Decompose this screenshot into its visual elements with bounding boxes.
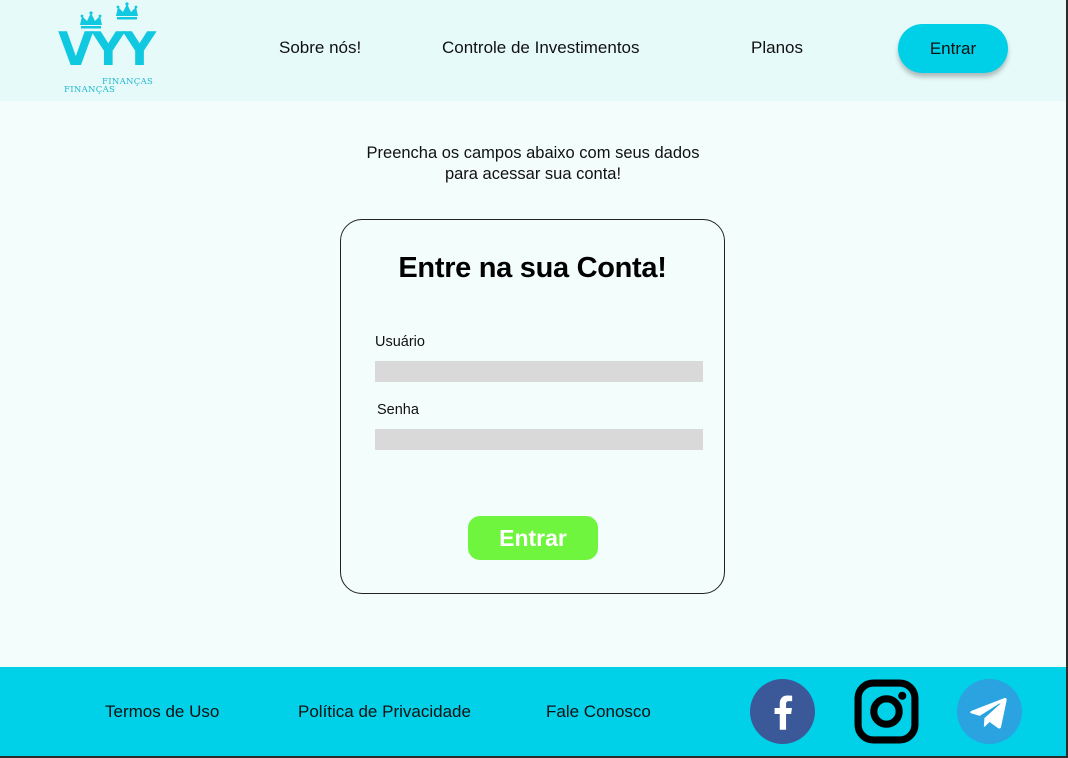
password-label: Senha — [377, 402, 419, 418]
site-header: VYY FINANÇAS FINANÇAS Sobre nós! Control… — [0, 0, 1066, 101]
login-card: Entre na sua Conta! Usuário Senha Entrar — [340, 219, 725, 594]
footer-link-terms[interactable]: Termos de Uso — [105, 702, 219, 722]
telegram-icon[interactable] — [957, 679, 1022, 744]
brand-logo[interactable]: VYY FINANÇAS FINANÇAS — [56, 2, 166, 98]
site-footer: Termos de Uso Política de Privacidade Fa… — [0, 667, 1066, 756]
username-input[interactable] — [375, 361, 703, 382]
nav-link-about[interactable]: Sobre nós! — [279, 38, 361, 58]
nav-link-investments[interactable]: Controle de Investimentos — [442, 38, 640, 58]
facebook-icon[interactable] — [750, 679, 815, 744]
login-title: Entre na sua Conta! — [398, 252, 667, 284]
instagram-icon[interactable] — [854, 679, 919, 744]
intro-line: Preencha os campos abaixo com seus dados — [366, 144, 700, 162]
nav-link-plans[interactable]: Planos — [751, 38, 803, 58]
intro-text: Preencha os campos abaixo com seus dados… — [300, 143, 766, 185]
logo-subtitle: FINANÇAS — [64, 85, 116, 95]
logo-text: VYY — [58, 22, 156, 76]
footer-link-privacy[interactable]: Política de Privacidade — [298, 702, 471, 722]
password-input[interactable] — [375, 429, 703, 450]
crown-icon — [116, 2, 138, 20]
header-login-button[interactable]: Entrar — [898, 24, 1008, 73]
intro-line: para acessar sua conta! — [444, 165, 622, 183]
footer-link-contact[interactable]: Fale Conosco — [546, 702, 651, 722]
login-submit-button[interactable]: Entrar — [468, 516, 598, 560]
username-label: Usuário — [375, 334, 425, 350]
